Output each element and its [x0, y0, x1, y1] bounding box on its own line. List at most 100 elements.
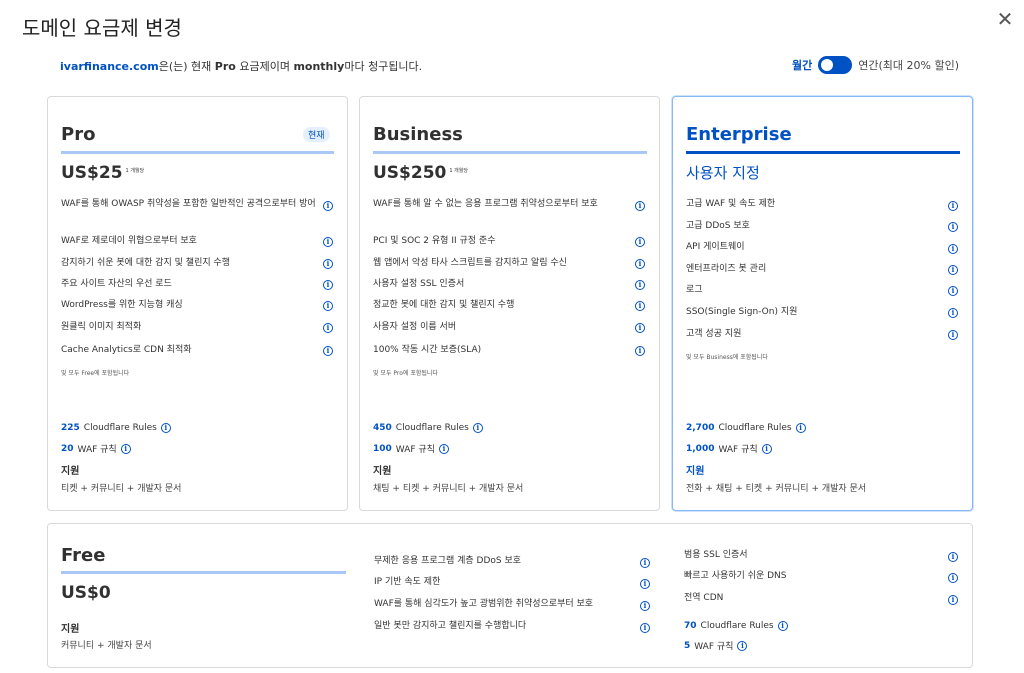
support-desc-free: 커뮤니티 + 개발자 문서 — [61, 641, 152, 651]
rules-free: 70 Cloudflare Rules i — [684, 621, 788, 631]
feature-enterprise-6: 고객 성공 지원 — [686, 329, 742, 339]
included-note-business: 및 모두 Pro에 포함됩니다 — [373, 370, 438, 377]
feature-business-4: 정교한 봇에 대한 감지 및 챌린지 수행 — [373, 300, 515, 310]
feature-business-3: 사용자 설정 SSL 인증서 — [373, 279, 465, 289]
annual-label[interactable]: 연간(최대 20% 할인) — [858, 57, 959, 73]
waf-label: WAF 규칙 — [77, 445, 117, 455]
current-plan-summary: ivarfinance.com은(는) 현재 Pro 요금제이며 monthly… — [60, 58, 422, 74]
dialog-title: 도메인 요금제 변경 — [22, 16, 182, 40]
info-icon[interactable]: i — [948, 222, 958, 232]
info-icon[interactable]: i — [948, 330, 958, 340]
info-icon[interactable]: i — [640, 601, 650, 611]
info-icon[interactable]: i — [635, 280, 645, 290]
info-icon[interactable]: i — [777, 621, 788, 631]
info-icon[interactable]: i — [635, 237, 645, 247]
waf-free: 5 WAF 규칙 i — [684, 639, 748, 652]
summary-text: 마다 청구됩니다. — [344, 60, 423, 73]
billing-toggle[interactable] — [818, 56, 853, 74]
support-desc-business: 채팅 + 티켓 + 커뮤니티 + 개발자 문서 — [373, 484, 524, 494]
included-note-enterprise: 및 모두 Business에 포함됩니다 — [686, 354, 768, 361]
waf-business: 100 WAF 규칙 i — [373, 442, 449, 455]
feature-business-6: 100% 작동 시간 보증(SLA) — [373, 345, 482, 355]
support-title-pro: 지원 — [61, 466, 80, 477]
info-icon[interactable]: i — [640, 623, 650, 633]
feature-free-1: IP 기반 속도 제한 — [374, 577, 441, 587]
info-icon[interactable]: i — [948, 286, 958, 296]
info-icon[interactable]: i — [761, 443, 772, 454]
info-icon[interactable]: i — [323, 237, 333, 247]
info-icon[interactable]: i — [323, 280, 333, 290]
support-desc-enterprise: 전화 + 채팅 + 티켓 + 커뮤니티 + 개발자 문서 — [686, 484, 867, 494]
waf-label: WAF 규칙 — [718, 445, 758, 455]
info-icon[interactable]: i — [323, 201, 333, 211]
feature-business-5: 사용자 설정 이름 서버 — [373, 322, 457, 332]
plan-name-free: Free — [61, 545, 106, 566]
info-icon[interactable]: i — [640, 558, 650, 568]
feature-pro-1: WAF로 제로데이 위협으로부터 보호 — [61, 236, 197, 246]
price-amount: US$250 — [373, 163, 447, 183]
waf-label: WAF 규칙 — [694, 642, 734, 652]
feature-enterprise-0: 고급 WAF 및 속도 제한 — [686, 199, 776, 209]
feature-free-2: WAF를 통해 심각도가 높고 광범위한 취약성으로부터 보호 — [374, 599, 594, 609]
waf-count: 20 — [61, 443, 74, 454]
rules-label: Cloudflare Rules — [395, 423, 469, 433]
info-icon[interactable]: i — [640, 579, 650, 589]
info-icon[interactable]: i — [635, 201, 645, 211]
feature-free-4: 범용 SSL 인증서 — [684, 550, 748, 560]
close-icon[interactable]: ✕ — [994, 8, 1016, 30]
info-icon[interactable]: i — [737, 640, 748, 651]
info-icon[interactable]: i — [438, 443, 449, 454]
waf-count: 1,000 — [686, 443, 715, 454]
info-icon[interactable]: i — [160, 423, 171, 433]
monthly-label[interactable]: 월간 — [792, 57, 812, 73]
feature-pro-5: 원클릭 이미지 최적화 — [61, 322, 142, 332]
waf-label: WAF 규칙 — [395, 445, 435, 455]
plan-name-business: Business — [373, 124, 463, 145]
info-icon[interactable]: i — [323, 259, 333, 269]
feature-enterprise-4: 로그 — [686, 285, 703, 295]
feature-enterprise-2: API 게이트웨이 — [686, 242, 745, 252]
support-title-enterprise: 지원 — [686, 466, 705, 477]
summary-text: 은(는) 현재 — [158, 60, 215, 73]
rules-pro: 225 Cloudflare Rules i — [61, 423, 171, 433]
waf-pro: 20 WAF 규칙 i — [61, 442, 131, 455]
rules-count: 450 — [373, 423, 392, 433]
info-icon[interactable]: i — [635, 259, 645, 269]
feature-business-1: PCI 및 SOC 2 유형 II 규정 준수 — [373, 236, 496, 246]
info-icon[interactable]: i — [635, 301, 645, 311]
info-icon[interactable]: i — [635, 323, 645, 333]
included-note-pro: 및 모두 Free에 포함됩니다 — [61, 370, 130, 377]
billing-cycle: monthly — [293, 60, 345, 73]
info-icon[interactable]: i — [795, 423, 806, 433]
plan-bar-enterprise — [686, 151, 960, 154]
feature-pro-4: WordPress를 위한 지능형 캐싱 — [61, 300, 183, 310]
billing-toggle-group: 월간 연간(최대 20% 할인) — [792, 56, 959, 74]
info-icon[interactable]: i — [472, 423, 483, 433]
feature-enterprise-3: 엔터프라이즈 봇 관리 — [686, 264, 767, 274]
waf-count: 100 — [373, 443, 392, 454]
info-icon[interactable]: i — [948, 595, 958, 605]
rules-count: 70 — [684, 621, 697, 631]
support-title-free: 지원 — [61, 624, 80, 635]
feature-enterprise-1: 고급 DDoS 보호 — [686, 221, 750, 231]
info-icon[interactable]: i — [323, 346, 333, 356]
custom-price: 사용자 지정 — [686, 164, 760, 182]
info-icon[interactable]: i — [323, 323, 333, 333]
price-unit: 1 개월당 — [125, 168, 145, 174]
info-icon[interactable]: i — [948, 552, 958, 562]
feature-free-5: 빠르고 사용하기 쉬운 DNS — [684, 571, 787, 581]
summary-text: 요금제이며 — [235, 60, 294, 73]
info-icon[interactable]: i — [948, 573, 958, 583]
info-icon[interactable]: i — [948, 308, 958, 318]
info-icon[interactable]: i — [323, 301, 333, 311]
info-icon[interactable]: i — [948, 244, 958, 254]
rules-label: Cloudflare Rules — [700, 621, 774, 631]
plan-bar-free — [61, 571, 346, 574]
info-icon[interactable]: i — [948, 201, 958, 211]
info-icon[interactable]: i — [120, 443, 131, 454]
rules-label: Cloudflare Rules — [83, 423, 157, 433]
info-icon[interactable]: i — [948, 265, 958, 275]
current-badge: 현재 — [303, 127, 330, 142]
price-pro: US$25 1 개월당 — [61, 163, 148, 183]
info-icon[interactable]: i — [635, 346, 645, 356]
